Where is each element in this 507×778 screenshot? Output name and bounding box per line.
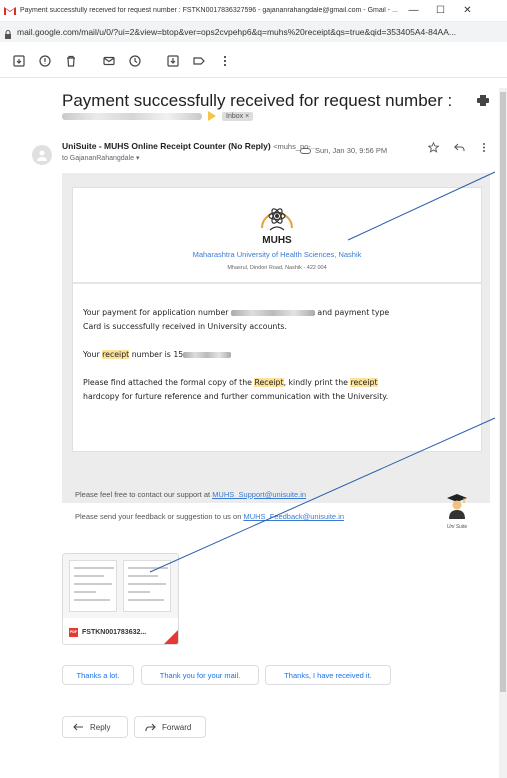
attachment-filename: FSTKN001783632... xyxy=(82,628,147,636)
sender-avatar[interactable] xyxy=(32,145,52,165)
sender-line: UniSuite - MUHS Online Receipt Counter (… xyxy=(62,141,317,151)
receipt-text-a: Your xyxy=(83,350,100,359)
attachment-page-preview xyxy=(69,560,117,612)
message-more-icon[interactable] xyxy=(482,140,486,158)
date-area: Sun, Jan 30, 9:56 PM xyxy=(300,141,387,159)
smart-reply-3[interactable]: Thanks, I have received it. xyxy=(265,665,391,685)
window-title: Payment successfully received for reques… xyxy=(20,7,398,14)
lock-icon xyxy=(4,27,12,39)
delete-icon[interactable] xyxy=(58,48,84,74)
sender-name[interactable]: UniSuite - MUHS Online Receipt Counter (… xyxy=(62,141,271,151)
graduate-icon xyxy=(447,494,467,519)
print-icon[interactable] xyxy=(477,93,489,111)
support-text: Please feel free to contact our support … xyxy=(75,490,211,499)
star-icon[interactable] xyxy=(427,140,440,158)
smart-reply-2[interactable]: Thank you for your mail. xyxy=(141,665,259,685)
receipt-highlight-2: Receipt xyxy=(254,378,284,387)
smart-reply-1[interactable]: Thanks a lot. xyxy=(62,665,134,685)
payment-text-b: and payment type xyxy=(317,308,390,317)
unisuite-brand-text: Uni Suite xyxy=(446,524,468,530)
feedback-email-link[interactable]: MUHS_Feedback@unisuite.in xyxy=(243,512,344,521)
forward-label: Forward xyxy=(162,722,192,732)
report-spam-icon[interactable] xyxy=(32,48,58,74)
email-subject: Payment successfully received for reques… xyxy=(62,91,453,110)
reply-button[interactable]: Reply xyxy=(62,716,128,738)
feedback-text: Please send your feedback or suggestion … xyxy=(75,512,242,521)
email-toolbar xyxy=(0,44,507,78)
address-bar[interactable]: mail.google.com/mail/u/0/?ui=2&view=btop… xyxy=(0,22,507,42)
redacted-request-number xyxy=(62,112,202,120)
support-email-link[interactable]: MUHS_Support@unisuite.in xyxy=(212,490,306,499)
support-line: Please feel free to contact our support … xyxy=(75,490,306,499)
snooze-icon[interactable] xyxy=(122,48,148,74)
labels-icon[interactable] xyxy=(186,48,212,74)
muhs-logo-text: MUHS xyxy=(262,235,292,246)
recipient-line[interactable]: to GajananRahangdale ▾ xyxy=(62,154,139,162)
feedback-line: Please send your feedback or suggestion … xyxy=(75,512,344,521)
attachment-card[interactable]: PDF FSTKN001783632... xyxy=(62,553,179,645)
university-name: Maharashtra University of Health Science… xyxy=(192,250,362,259)
attachment-page-preview xyxy=(123,560,171,612)
university-header: MUHS Maharashtra University of Health Sc… xyxy=(73,188,481,284)
email-date: Sun, Jan 30, 9:56 PM xyxy=(315,145,388,155)
window-titlebar: Payment successfully received for reques… xyxy=(0,0,507,22)
attach-text-a: Please find attached the formal copy of … xyxy=(83,378,252,387)
inbox-label-chip[interactable]: Inbox × xyxy=(222,111,254,121)
scrollbar-thumb[interactable] xyxy=(500,92,506,692)
close-window-button[interactable]: ✕ xyxy=(454,5,481,16)
archive-icon[interactable] xyxy=(6,48,32,74)
attachment-footer: PDF FSTKN001783632... xyxy=(63,618,178,644)
receipt-highlight: receipt xyxy=(102,350,130,359)
email-body-card: MUHS Maharashtra University of Health Sc… xyxy=(72,187,482,452)
unisuite-logo: Uni Suite xyxy=(437,493,477,533)
receipt-highlight-3: receipt xyxy=(350,378,378,387)
receipt-number-paragraph: Your receipt number is 15 xyxy=(83,348,473,362)
pdf-icon: PDF xyxy=(69,627,78,637)
more-icon[interactable] xyxy=(212,48,238,74)
important-marker-icon[interactable] xyxy=(208,111,216,121)
move-to-icon[interactable] xyxy=(160,48,186,74)
university-address: Mhasrul, Dindori Road, Nashik - 422 004 xyxy=(227,265,327,271)
pdf-corner-icon xyxy=(164,630,178,644)
payment-paragraph: Your payment for application number and … xyxy=(83,306,473,334)
attachment-indicator-icon xyxy=(300,141,311,159)
maximize-button[interactable]: ☐ xyxy=(427,5,454,16)
mark-unread-icon[interactable] xyxy=(96,48,122,74)
receipt-text-b: number is 15 xyxy=(131,350,184,359)
minimize-button[interactable]: — xyxy=(400,5,427,16)
reply-label: Reply xyxy=(90,722,111,732)
reply-icon[interactable] xyxy=(454,140,465,158)
forward-arrow-icon xyxy=(145,723,156,731)
payment-text-c: Card is successfully received in Univers… xyxy=(83,322,287,331)
url-text: mail.google.com/mail/u/0/?ui=2&view=btop… xyxy=(17,27,456,37)
gmail-logo-icon xyxy=(4,6,16,15)
reply-arrow-icon xyxy=(73,723,83,730)
subject-continuation: Inbox × xyxy=(62,111,254,121)
redacted-application-number xyxy=(230,310,315,316)
attach-text-c: hardcopy for furture reference and furth… xyxy=(83,392,389,401)
redacted-receipt-number xyxy=(183,352,232,358)
attachment-paragraph: Please find attached the formal copy of … xyxy=(83,376,473,404)
payment-text-a: Your payment for application number xyxy=(83,308,229,317)
forward-button[interactable]: Forward xyxy=(134,716,206,738)
attach-text-b: , kindly print the xyxy=(283,378,348,387)
